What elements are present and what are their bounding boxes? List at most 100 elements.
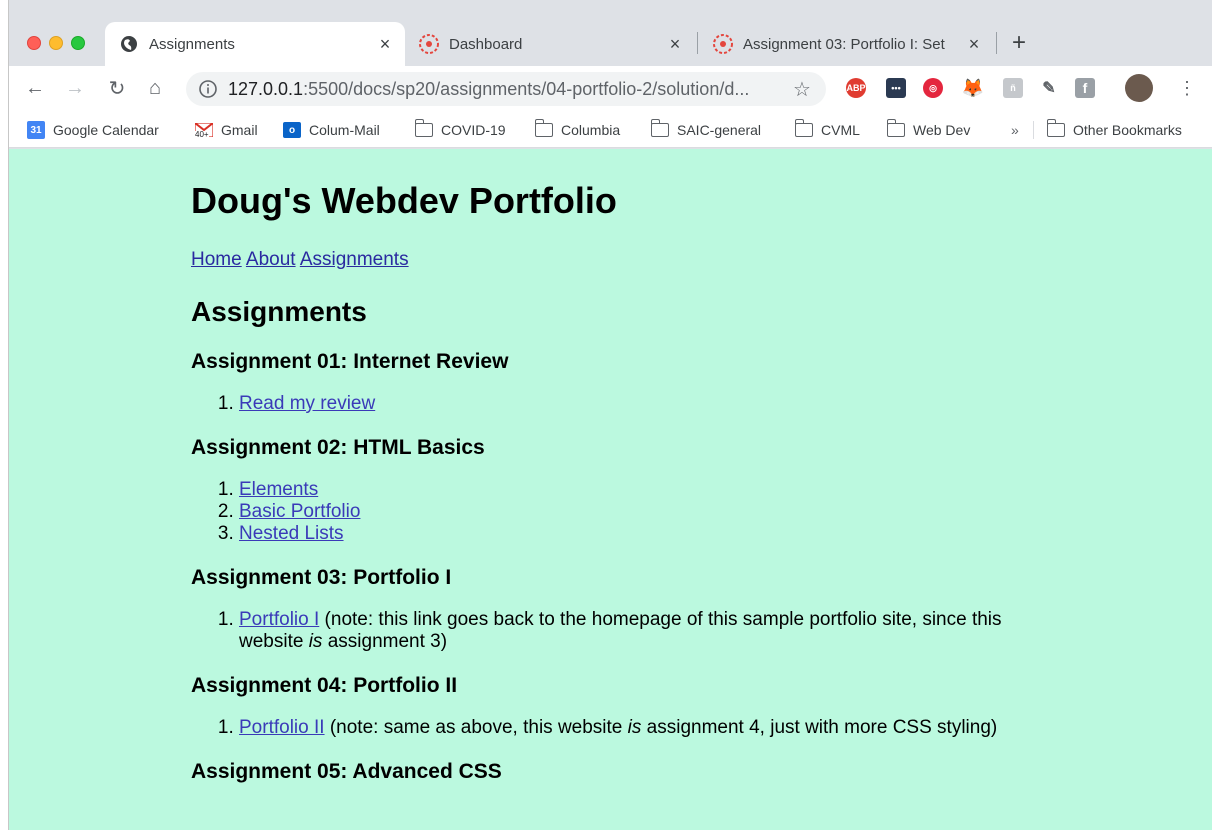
close-tab-icon[interactable]: × <box>962 34 986 55</box>
note-text: assignment 3) <box>322 631 448 652</box>
site-nav: Home About Assignments <box>191 249 1071 271</box>
facebook-extension-icon[interactable]: f <box>1075 78 1095 98</box>
forward-arrow-icon[interactable]: → <box>63 76 87 100</box>
bookmark-web-dev[interactable]: Web Dev <box>886 112 971 148</box>
assignment-01-heading: Assignment 01: Internet Review <box>191 350 509 373</box>
globe-icon <box>119 34 139 54</box>
bookmark-saic-general[interactable]: SAIC-general <box>650 112 762 148</box>
portfolio-ii-link[interactable]: Portfolio II <box>239 717 325 738</box>
close-tab-icon[interactable]: × <box>373 34 397 55</box>
url-path: :5500/docs/sp20/assignments/04-portfolio… <box>303 78 750 99</box>
note-text: (note: same as above, this website <box>324 717 628 738</box>
calendar-day: 31 <box>27 121 45 139</box>
adblock-extension-icon[interactable]: ABP <box>846 78 866 98</box>
menu-kebab-icon[interactable]: ⋮ <box>1175 76 1199 100</box>
home-icon[interactable]: ⌂ <box>143 76 167 100</box>
bookmark-colum-mail[interactable]: o Colum-Mail <box>283 112 380 148</box>
page-content: Doug's Webdev Portfolio Home About Assig… <box>9 149 1212 830</box>
assignment-04-list: Portfolio II (note: same as above, this … <box>191 717 1071 739</box>
portfolio-i-link[interactable]: Portfolio I <box>239 609 319 630</box>
new-tab-button[interactable]: + <box>1012 30 1026 56</box>
nav-link-assignments[interactable]: Assignments <box>300 249 409 270</box>
bookmarks-overflow-button[interactable]: » <box>1011 112 1019 148</box>
gmail-icon: 40+ <box>195 122 213 139</box>
browser-window: Assignments × Dashboard × Assignment 03:… <box>8 0 1212 830</box>
list-item: Elements <box>239 479 1071 501</box>
section-heading: Assignments <box>191 296 367 327</box>
tab-dashboard[interactable]: Dashboard × <box>405 22 695 66</box>
basic-portfolio-link[interactable]: Basic Portfolio <box>239 501 360 522</box>
elements-link[interactable]: Elements <box>239 479 318 500</box>
note-emphasis: is <box>308 631 323 652</box>
bookmark-label: Other Bookmarks <box>1073 122 1182 138</box>
tab-assignment-03[interactable]: Assignment 03: Portfolio I: Set × <box>699 22 994 66</box>
bookmark-other-bookmarks[interactable]: Other Bookmarks <box>1046 112 1182 148</box>
nav-link-about[interactable]: About <box>246 249 296 270</box>
bookmark-columbia[interactable]: Columbia <box>534 112 621 148</box>
reload-icon[interactable]: ↻ <box>105 76 129 100</box>
nested-lists-link[interactable]: Nested Lists <box>239 523 344 544</box>
list-item: Read my review <box>239 393 1071 415</box>
list-item: Basic Portfolio <box>239 501 1071 523</box>
bookmark-label: SAIC-general <box>677 122 762 138</box>
read-review-link[interactable]: Read my review <box>239 393 375 414</box>
assignment-02-list: Elements Basic Portfolio Nested Lists <box>191 479 1071 545</box>
bookmark-label: Web Dev <box>913 122 971 138</box>
calendar-icon: 31 <box>27 121 45 139</box>
close-window-button[interactable] <box>27 36 41 50</box>
bookmark-label: COVID-19 <box>441 122 506 138</box>
tab-separator <box>697 32 698 54</box>
bookmark-cvml[interactable]: CVML <box>794 112 860 148</box>
canvas-logo-icon <box>713 34 733 54</box>
extension-icon[interactable]: ñ <box>1003 78 1023 98</box>
back-arrow-icon[interactable]: ← <box>23 76 47 100</box>
note-emphasis: is <box>627 717 642 738</box>
browser-toolbar: ← → ↻ ⌂ 127.0.0.1:5500/docs/sp20/assignm… <box>9 66 1212 112</box>
list-item: Portfolio I (note: this link goes back t… <box>239 609 1071 653</box>
tab-assignments[interactable]: Assignments × <box>105 22 405 66</box>
bookmark-label: Gmail <box>221 122 258 138</box>
assignment-04-heading: Assignment 04: Portfolio II <box>191 674 458 697</box>
address-bar[interactable]: 127.0.0.1:5500/docs/sp20/assignments/04-… <box>186 72 826 106</box>
nav-link-home[interactable]: Home <box>191 249 242 270</box>
note-text: assignment 4, just with more CSS styling… <box>641 717 998 738</box>
tab-title: Assignment 03: Portfolio I: Set <box>743 35 945 53</box>
page-title: Doug's Webdev Portfolio <box>191 180 617 221</box>
folder-icon <box>794 119 813 138</box>
bookmark-google-calendar[interactable]: 31 Google Calendar <box>27 112 159 148</box>
bookmarks-bar: 31 Google Calendar 40+ Gmail o Colum-Mai… <box>9 112 1212 148</box>
bookmark-covid-19[interactable]: COVID-19 <box>414 112 506 148</box>
minimize-window-button[interactable] <box>49 36 63 50</box>
metamask-extension-icon[interactable]: 🦊 <box>962 78 984 98</box>
canvas-logo-icon <box>419 34 439 54</box>
folder-icon <box>534 119 553 138</box>
tab-separator <box>996 32 997 54</box>
assignment-03-heading: Assignment 03: Portfolio I <box>191 566 452 589</box>
folder-icon <box>1046 119 1065 138</box>
creative-cloud-extension-icon[interactable]: ◎ <box>923 78 943 98</box>
assignment-02-heading: Assignment 02: HTML Basics <box>191 436 485 459</box>
assignment-05-heading: Assignment 05: Advanced CSS <box>191 760 502 783</box>
outlook-icon: o <box>283 122 301 138</box>
zoom-window-button[interactable] <box>71 36 85 50</box>
url-text[interactable]: 127.0.0.1:5500/docs/sp20/assignments/04-… <box>228 79 790 100</box>
url-host: 127.0.0.1 <box>228 78 304 99</box>
bookmark-label: Colum-Mail <box>309 122 380 138</box>
info-icon[interactable] <box>198 79 218 99</box>
bookmark-label: CVML <box>821 122 860 138</box>
profile-avatar[interactable] <box>1125 74 1153 102</box>
tab-title: Dashboard <box>449 35 523 53</box>
folder-icon <box>414 119 433 138</box>
folder-icon <box>886 119 905 138</box>
dots-extension-icon[interactable]: ••• <box>886 78 906 98</box>
close-tab-icon[interactable]: × <box>663 34 687 55</box>
gmail-badge: 40+ <box>195 130 209 139</box>
assignment-03-list: Portfolio I (note: this link goes back t… <box>191 609 1071 653</box>
eyedropper-extension-icon[interactable]: ✎ <box>1039 78 1059 98</box>
bookmark-label: Columbia <box>561 122 621 138</box>
tab-title: Assignments <box>149 35 235 53</box>
bookmark-gmail[interactable]: 40+ Gmail <box>195 112 258 148</box>
bookmark-star-icon[interactable]: ☆ <box>790 77 814 102</box>
bookmarks-divider <box>1033 121 1034 139</box>
assignment-01-list: Read my review <box>191 393 1071 415</box>
